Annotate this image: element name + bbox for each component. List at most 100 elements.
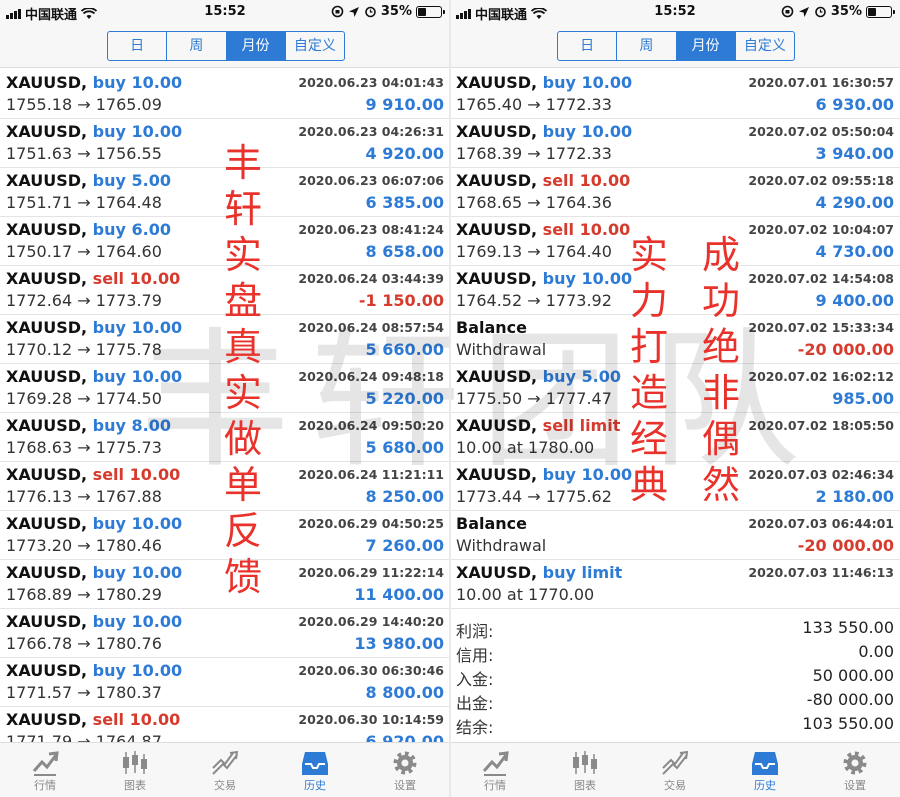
tab-day[interactable]: 日: [558, 32, 616, 60]
nav-label: 图表: [574, 779, 596, 792]
price-range: 1776.13 → 1767.88: [6, 487, 162, 506]
side-label: buy: [92, 563, 126, 582]
row-title: XAUUSD, buy 10.00: [6, 318, 182, 337]
tab-custom[interactable]: 自定义: [284, 32, 344, 60]
nav-quotes[interactable]: 行情: [0, 743, 90, 797]
price-range: 1765.40 → 1772.33: [456, 95, 612, 114]
period-segmented-control: 日 周 月份 自定义: [557, 31, 795, 61]
symbol-label: XAUUSD,: [6, 416, 88, 435]
nav-chart[interactable]: 图表: [540, 743, 630, 797]
tab-month[interactable]: 月份: [225, 32, 285, 60]
trade-row[interactable]: XAUUSD, buy 10.00 1768.39 → 1772.33 2020.0…: [450, 119, 900, 168]
nav-label: 交易: [214, 779, 236, 792]
side-label: sell: [92, 710, 125, 729]
nav-settings[interactable]: 设置: [810, 743, 900, 797]
trade-row[interactable]: XAUUSD, buy 10.00 1765.40 → 1772.33 2020.0…: [450, 70, 900, 119]
profit-value: -20 000.00: [797, 536, 894, 555]
lots-label: 8.00: [131, 416, 172, 435]
quotes-icon: [32, 751, 59, 776]
symbol-label: XAUUSD,: [456, 367, 538, 386]
rotation-lock-icon: [781, 5, 794, 18]
nav-trade[interactable]: 交易: [180, 743, 270, 797]
history-inbox-icon: [752, 752, 778, 775]
profit-value: 4 920.00: [365, 144, 444, 163]
nav-trade[interactable]: 交易: [630, 743, 720, 797]
battery-icon: [866, 5, 895, 18]
trade-row[interactable]: XAUUSD, sell 10.00 1769.13 → 1764.40 2020.…: [450, 217, 900, 266]
tab-month[interactable]: 月份: [675, 32, 735, 60]
trade-history-list: XAUUSD, buy 10.00 1765.40 → 1772.33 2020.0…: [450, 70, 900, 609]
tab-custom[interactable]: 自定义: [734, 32, 794, 60]
account-summary: 利润: 133 550.00 信用: 0.00 入金: 50 000.00 出金: -8…: [450, 618, 900, 742]
symbol-label: XAUUSD,: [6, 269, 88, 288]
row-title: XAUUSD, sell limit: [456, 416, 620, 435]
nav-label: 设置: [394, 779, 416, 792]
summary-label: 结余:: [456, 718, 494, 737]
side-label: buy: [542, 122, 576, 141]
symbol-label: XAUUSD,: [6, 563, 88, 582]
side-label: buy: [92, 367, 126, 386]
balance-row[interactable]: Balance Withdrawal 2020.07.02 15:33:34 -20 …: [450, 315, 900, 364]
symbol-label: XAUUSD,: [456, 563, 538, 582]
timestamp: 2020.07.02 10:04:07: [748, 222, 894, 237]
price-range: 1751.63 → 1756.55: [6, 144, 162, 163]
profit-value: -1 150.00: [358, 291, 444, 310]
profit-value: 4 730.00: [815, 242, 894, 261]
trade-row[interactable]: XAUUSD, sell limit 10.00 at 1780.00 2020.0…: [450, 413, 900, 462]
summary-value: 50 000.00: [812, 666, 894, 685]
side-label: buy: [542, 73, 576, 92]
trade-row[interactable]: XAUUSD, buy 10.00 1766.78 → 1780.76 2020.0…: [0, 609, 450, 658]
nav-chart[interactable]: 图表: [90, 743, 180, 797]
summary-label: 入金:: [456, 670, 494, 689]
lots-label: 10.00: [131, 514, 183, 533]
side-label: buy: [92, 612, 126, 631]
price-range: 1768.89 → 1780.29: [6, 585, 162, 604]
timestamp: 2020.06.29 11:22:14: [298, 565, 444, 580]
side-label: buy: [92, 318, 126, 337]
timestamp: 2020.07.02 18:05:50: [748, 418, 894, 433]
row-title: XAUUSD, buy 10.00: [6, 612, 182, 631]
nav-label: 行情: [34, 779, 56, 792]
trade-row[interactable]: XAUUSD, buy 5.00 1775.50 → 1777.47 2020.07…: [450, 364, 900, 413]
lots-label: 10.00: [131, 73, 183, 92]
side-label: buy: [92, 514, 126, 533]
nav-history[interactable]: 历史: [270, 743, 360, 797]
trade-row[interactable]: XAUUSD, buy 10.00 1773.44 → 1775.62 2020.0…: [450, 462, 900, 511]
trade-row[interactable]: XAUUSD, sell 10.00 1768.65 → 1764.36 2020.…: [450, 168, 900, 217]
row-title: XAUUSD, buy 10.00: [456, 122, 632, 141]
timestamp: 2020.06.29 14:40:20: [298, 614, 444, 629]
tab-week[interactable]: 周: [166, 32, 225, 60]
price-range: 1770.12 → 1775.78: [6, 340, 162, 359]
symbol-label: XAUUSD,: [6, 367, 88, 386]
nav-history[interactable]: 历史: [720, 743, 810, 797]
nav-settings[interactable]: 设置: [360, 743, 450, 797]
lots-label: 10.00: [131, 661, 183, 680]
summary-row-profit: 利润: 133 550.00: [450, 618, 900, 642]
timestamp: 2020.06.23 04:26:31: [298, 124, 444, 139]
trade-row[interactable]: XAUUSD, buy 10.00 1755.18 → 1765.09 2020.0…: [0, 70, 450, 119]
timestamp: 2020.06.23 04:01:43: [298, 75, 444, 90]
row-title: XAUUSD, buy 10.00: [6, 122, 182, 141]
profit-value: 13 980.00: [354, 634, 444, 653]
summary-value: 103 550.00: [802, 714, 894, 733]
row-title: XAUUSD, sell 10.00: [6, 269, 180, 288]
trade-row[interactable]: XAUUSD, buy limit 10.00 at 1770.00 2020.07…: [450, 560, 900, 609]
trade-row[interactable]: XAUUSD, buy 10.00 1764.52 → 1773.92 2020.0…: [450, 266, 900, 315]
symbol-label: XAUUSD,: [456, 171, 538, 190]
profit-value: 5 220.00: [365, 389, 444, 408]
symbol-label: XAUUSD,: [6, 710, 88, 729]
balance-row[interactable]: Balance Withdrawal 2020.07.03 06:44:01 -20 …: [450, 511, 900, 560]
summary-value: -80 000.00: [806, 690, 894, 709]
lots-label: 10.00: [129, 269, 181, 288]
nav-quotes[interactable]: 行情: [450, 743, 540, 797]
caption-left: 丰轩实盘真实做单反馈: [223, 141, 262, 599]
side-label: sell: [92, 465, 125, 484]
symbol-label: XAUUSD,: [456, 220, 538, 239]
tab-week[interactable]: 周: [616, 32, 675, 60]
tab-day[interactable]: 日: [108, 32, 166, 60]
trade-row[interactable]: XAUUSD, buy 10.00 1771.57 → 1780.37 2020.0…: [0, 658, 450, 707]
price-range: 1764.52 → 1773.92: [456, 291, 612, 310]
timestamp: 2020.07.02 15:33:34: [748, 320, 894, 335]
profit-value: 8 800.00: [365, 683, 444, 702]
profit-value: 3 940.00: [815, 144, 894, 163]
